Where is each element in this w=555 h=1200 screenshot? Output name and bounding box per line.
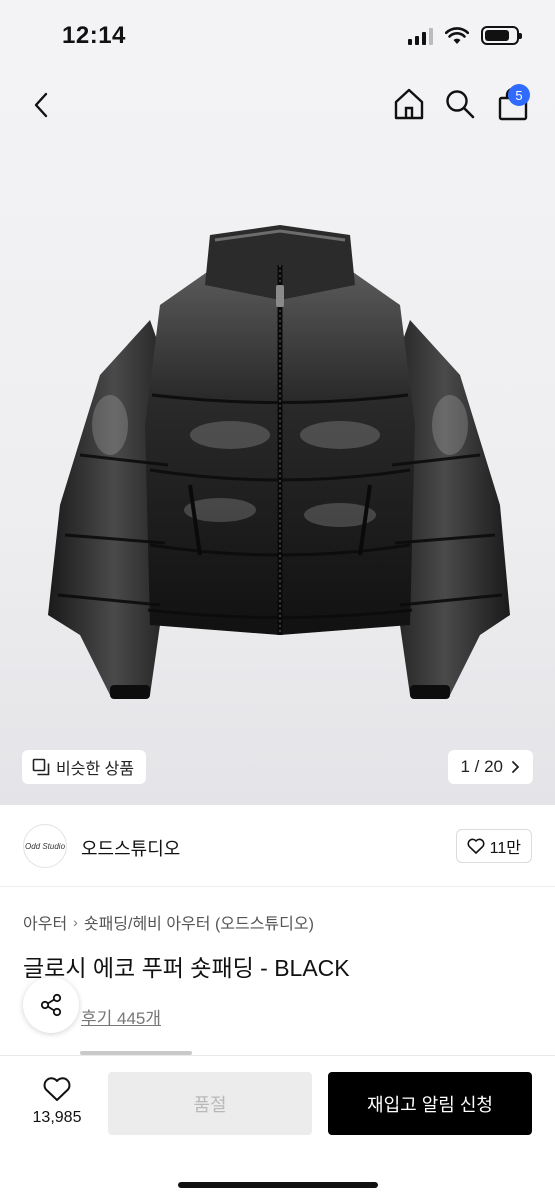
battery-icon [481, 26, 522, 45]
cart-count-badge: 5 [508, 84, 530, 106]
product-image[interactable] [40, 225, 520, 715]
bottom-action-bar: 13,985 품절 재입고 알림 신청 [0, 1055, 555, 1200]
breadcrumb-item[interactable]: 아우터 [23, 910, 67, 934]
review-link[interactable]: 후기 445개 [81, 1004, 161, 1029]
brand-like-count: 11만 [489, 840, 521, 857]
breadcrumb: 아우터 › 숏패딩/헤비 아우터 (오드스튜디오) [23, 910, 314, 934]
gallery-page-indicator[interactable]: 1 / 20 [448, 750, 533, 784]
cellular-signal-icon [408, 27, 433, 45]
chevron-right-icon [512, 761, 520, 773]
wishlist-button[interactable]: 13,985 [26, 1076, 88, 1127]
similar-products-label: 비슷한 상품 [56, 761, 135, 778]
chevron-right-icon: › [73, 914, 78, 930]
home-indicator [178, 1182, 378, 1188]
brand-logo-text: Odd Studio [24, 841, 66, 851]
restock-alert-button[interactable]: 재입고 알림 신청 [328, 1072, 532, 1135]
status-bar: 12:14 [0, 0, 555, 70]
brand-row: Odd Studio 오드스튜디오 11만 [0, 805, 555, 887]
product-title: 글로시 에코 푸퍼 숏패딩 - BLACK [23, 955, 350, 981]
heart-icon [467, 838, 485, 854]
search-icon[interactable] [444, 88, 476, 120]
brand-logo[interactable]: Odd Studio [23, 824, 67, 868]
heart-icon [43, 1077, 71, 1101]
home-icon[interactable] [392, 86, 426, 122]
page-indicator-text: 1 / 20 [460, 757, 503, 776]
breadcrumb-item[interactable]: 숏패딩/헤비 아우터 (오드스튜디오) [84, 910, 314, 934]
overlap-squares-icon [32, 758, 50, 776]
brand-like-button[interactable]: 11만 [455, 829, 532, 863]
share-icon [40, 993, 62, 1017]
brand-name[interactable]: 오드스튜디오 [81, 835, 180, 861]
wifi-icon [445, 26, 469, 44]
status-time: 12:14 [62, 22, 126, 49]
similar-products-button[interactable]: 비슷한 상품 [22, 750, 147, 784]
wishlist-count: 13,985 [32, 1109, 82, 1126]
soldout-button[interactable]: 품절 [108, 1072, 312, 1135]
share-button[interactable] [23, 977, 79, 1033]
product-gallery[interactable]: 5 비슷한 상품 1 / 20 [0, 70, 555, 805]
back-arrow-icon[interactable] [26, 88, 56, 122]
status-icons [408, 26, 522, 45]
